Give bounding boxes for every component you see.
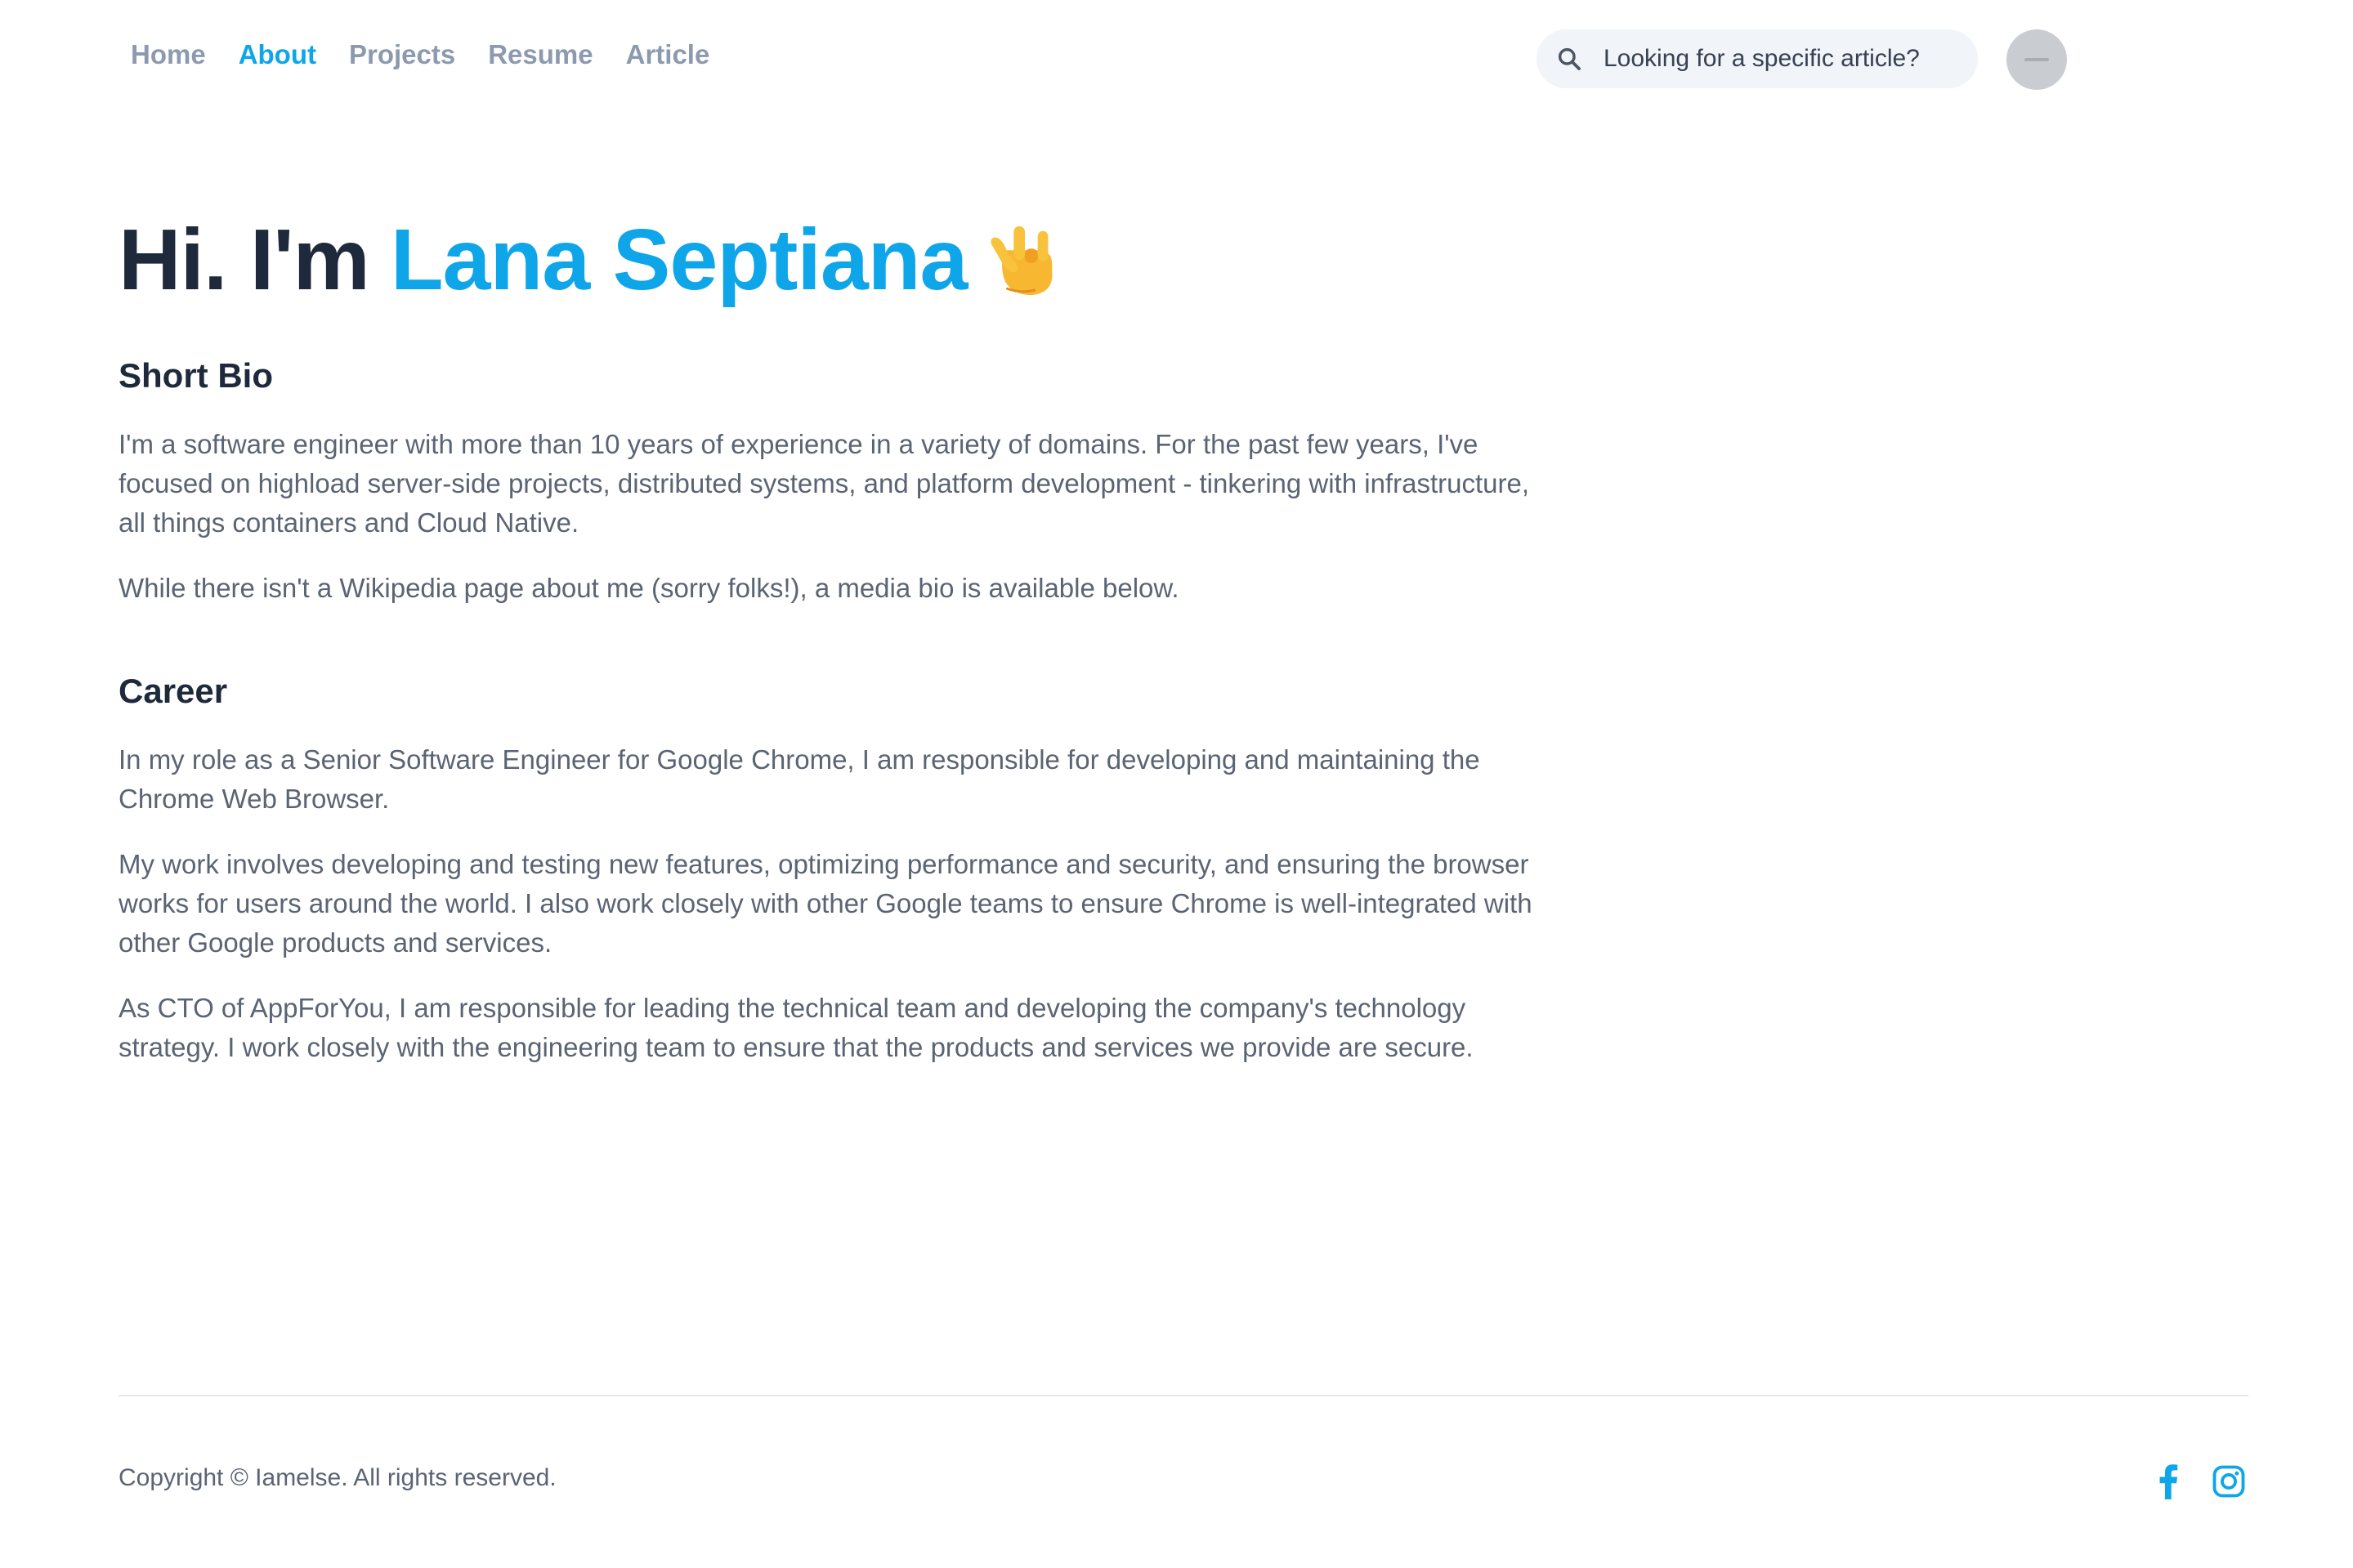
- avatar-placeholder-mark: [2024, 58, 2049, 61]
- footer-divider: [119, 1395, 2248, 1396]
- instagram-icon: [2212, 1465, 2245, 1498]
- bio-paragraph: I'm a software engineer with more than 1…: [119, 429, 1529, 538]
- career-paragraph: My work involves developing and testing …: [119, 849, 1532, 958]
- bio-paragraph: While there isn't a Wikipedia page about…: [119, 573, 1179, 603]
- main-content: Hi. I'm Lana Septiana Short Bio I'm a so…: [119, 206, 1541, 1062]
- instagram-link[interactable]: [2210, 1463, 2248, 1500]
- title-name: Lana Septiana: [390, 212, 968, 308]
- nav-article-link[interactable]: Article: [626, 39, 710, 70]
- rock-on-hand-icon: [991, 226, 1053, 296]
- facebook-link[interactable]: [2149, 1463, 2187, 1500]
- main-nav: Home About Projects Resume Article: [131, 39, 709, 70]
- copyright-text: Copyright © Iamelse. All rights reserved…: [119, 1464, 557, 1491]
- title-greeting: Hi. I'm: [119, 212, 370, 308]
- avatar[interactable]: [2006, 29, 2067, 90]
- search-bar[interactable]: [1537, 29, 1978, 88]
- nav-projects-link[interactable]: Projects: [349, 39, 455, 70]
- nav-resume-link[interactable]: Resume: [488, 39, 593, 70]
- nav-home-link[interactable]: Home: [131, 39, 206, 70]
- search-input[interactable]: [1602, 44, 1948, 74]
- search-icon: [1558, 47, 1581, 70]
- facebook-icon: [2159, 1464, 2178, 1499]
- career-paragraph: In my role as a Senior Software Engineer…: [119, 744, 1480, 814]
- short-bio-heading: Short Bio: [119, 356, 273, 395]
- page-title: Hi. I'm Lana Septiana: [119, 206, 1541, 314]
- career-heading: Career: [119, 672, 228, 710]
- nav-about-link[interactable]: About: [239, 39, 316, 70]
- career-paragraph: As CTO of AppForYou, I am responsible fo…: [119, 993, 1474, 1062]
